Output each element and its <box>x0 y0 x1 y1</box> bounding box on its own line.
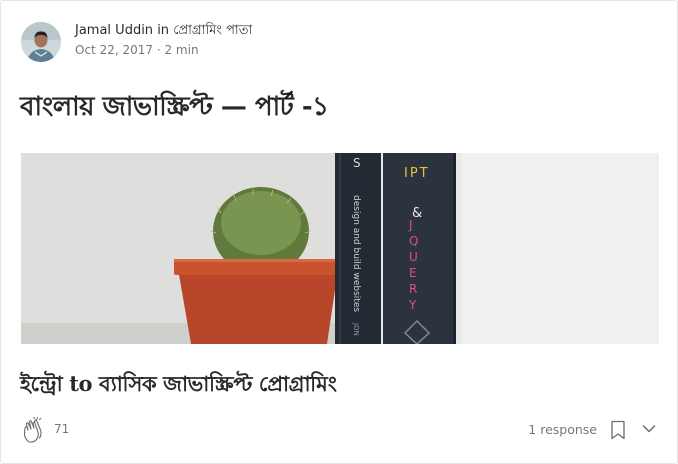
meta-separator: · <box>156 42 161 57</box>
author-meta: Jamal Uddin in প্রোগ্রামিং পাতা Oct 22, … <box>75 22 252 59</box>
byline-in: in <box>157 22 170 38</box>
hero-illustration: S design and build websites JON IPT & J … <box>21 153 659 344</box>
post-subtitle[interactable]: ইন্ট্রো to ব্যাসিক জাভাস্ক্রিপ্ট প্রোগ্র… <box>20 368 337 403</box>
byline: Jamal Uddin in প্রোগ্রামিং পাতা <box>75 22 252 40</box>
book-left-title: design and build websites <box>351 195 361 312</box>
clap-button[interactable] <box>21 416 47 443</box>
post-title[interactable]: বাংলায় জাভাস্ক্রিপ্ট — পার্ট -১ <box>20 86 329 130</box>
book-left-spine-footer: JON <box>352 322 360 336</box>
post-card[interactable]: Jamal Uddin in প্রোগ্রামিং পাতা Oct 22, … <box>0 0 678 464</box>
author-row: Jamal Uddin in প্রোগ্রামিং পাতা Oct 22, … <box>21 22 252 62</box>
book-left-letter: S <box>353 156 361 170</box>
bookmark-icon <box>611 420 625 440</box>
author-avatar[interactable] <box>21 22 61 62</box>
read-time: 2 min <box>164 42 199 57</box>
publication-link[interactable]: প্রোগ্রামিং পাতা <box>173 23 252 38</box>
bookmark-button[interactable] <box>610 420 626 440</box>
more-options-button[interactable] <box>641 421 657 437</box>
book-right-text-a: IPT <box>404 166 430 181</box>
responses-link[interactable]: 1 response <box>528 422 597 437</box>
avatar-image <box>21 22 61 62</box>
author-name-link[interactable]: Jamal Uddin <box>75 23 153 38</box>
hero-image[interactable]: S design and build websites JON IPT & J … <box>21 153 659 344</box>
clap-icon <box>23 416 42 443</box>
chevron-down-icon <box>642 425 656 433</box>
post-date[interactable]: Oct 22, 2017 <box>75 43 153 57</box>
clap-count[interactable]: 71 <box>54 422 69 436</box>
post-meta: Oct 22, 2017 · 2 min <box>75 41 252 59</box>
post-footer: 71 1 response <box>21 416 659 444</box>
